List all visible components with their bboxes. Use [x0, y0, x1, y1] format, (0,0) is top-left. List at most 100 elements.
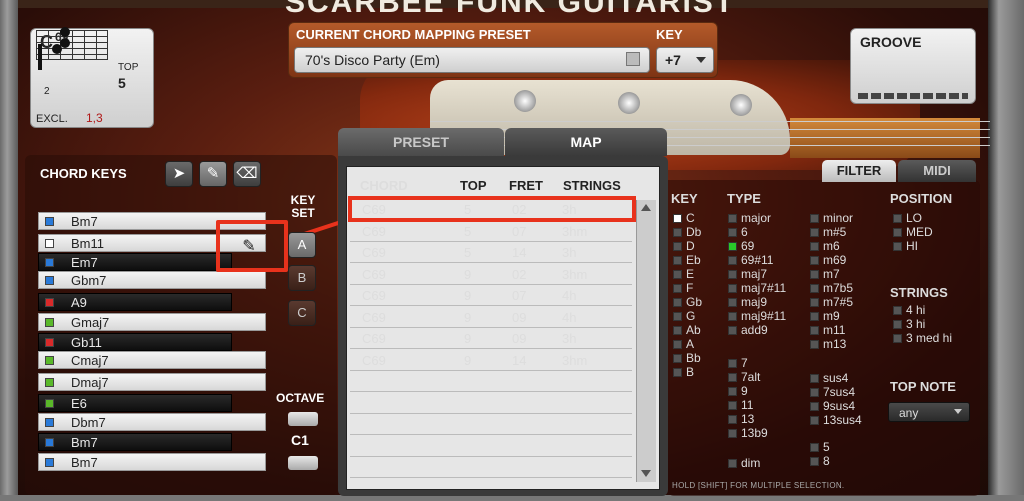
- tab-midi[interactable]: MIDI: [898, 160, 976, 182]
- checkbox-icon[interactable]: [728, 214, 737, 223]
- checkbox-icon[interactable]: [810, 284, 819, 293]
- checkbox-icon[interactable]: [728, 373, 737, 382]
- filter-option[interactable]: sus4: [810, 372, 848, 385]
- map-scrollbar[interactable]: [636, 200, 656, 482]
- checkbox-icon[interactable]: [673, 284, 682, 293]
- checkbox-icon[interactable]: [728, 459, 737, 468]
- checkbox-icon[interactable]: [728, 242, 737, 251]
- map-table-row[interactable]: C69 9 02 3hm: [350, 264, 632, 285]
- filter-option[interactable]: 3 med hi: [893, 332, 952, 345]
- checkbox-icon[interactable]: [810, 416, 819, 425]
- checkbox-icon[interactable]: [673, 312, 682, 321]
- filter-option[interactable]: m7#5: [810, 296, 853, 309]
- filter-option[interactable]: add9: [728, 324, 768, 337]
- filter-option[interactable]: 4 hi: [893, 304, 925, 317]
- checkbox-icon[interactable]: [810, 312, 819, 321]
- checkbox-icon[interactable]: [673, 242, 682, 251]
- checkbox-icon[interactable]: [673, 228, 682, 237]
- filter-option[interactable]: 69: [728, 240, 754, 253]
- checkbox-icon[interactable]: [893, 214, 902, 223]
- checkbox-icon[interactable]: [893, 242, 902, 251]
- checkbox-icon[interactable]: [893, 334, 902, 343]
- filter-option[interactable]: D: [673, 240, 695, 253]
- checkbox-icon[interactable]: [673, 214, 682, 223]
- filter-option[interactable]: m69: [810, 254, 846, 267]
- map-table-row[interactable]: C69 5 07 3hm: [350, 221, 632, 242]
- filter-option[interactable]: m7b5: [810, 282, 853, 295]
- filter-option[interactable]: 13b9: [728, 427, 768, 440]
- checkbox-icon[interactable]: [673, 354, 682, 363]
- filter-option[interactable]: Bb: [673, 352, 701, 365]
- map-table-row[interactable]: C69 9 07 4h: [350, 285, 632, 306]
- chord-key-row[interactable]: Bm7: [38, 453, 266, 471]
- checkbox-icon[interactable]: [810, 242, 819, 251]
- filter-option[interactable]: 9sus4: [810, 400, 855, 413]
- filter-option[interactable]: major: [728, 212, 771, 225]
- filter-option[interactable]: m#5: [810, 226, 846, 239]
- checkbox-icon[interactable]: [728, 429, 737, 438]
- checkbox-icon[interactable]: [673, 326, 682, 335]
- filter-option[interactable]: 69#11: [728, 254, 773, 267]
- chord-key-row[interactable]: E6: [38, 394, 232, 412]
- checkbox-icon[interactable]: [728, 326, 737, 335]
- save-preset-icon[interactable]: [626, 52, 640, 66]
- checkbox-icon[interactable]: [673, 368, 682, 377]
- filter-option[interactable]: MED: [893, 226, 933, 239]
- filter-option[interactable]: E: [673, 268, 694, 281]
- chord-key-row[interactable]: Cmaj7: [38, 351, 266, 369]
- filter-option[interactable]: F: [673, 282, 693, 295]
- checkbox-icon[interactable]: [810, 374, 819, 383]
- map-table-empty-row[interactable]: [350, 393, 632, 414]
- checkbox-icon[interactable]: [728, 256, 737, 265]
- filter-option[interactable]: G: [673, 310, 695, 323]
- filter-option[interactable]: 9: [728, 385, 748, 398]
- select-tool-button[interactable]: ➤: [165, 161, 193, 187]
- checkbox-icon[interactable]: [728, 270, 737, 279]
- edit-chord-pencil-icon[interactable]: ✎: [236, 236, 262, 258]
- octave-down-button[interactable]: [288, 456, 318, 470]
- filter-option[interactable]: dim: [728, 457, 760, 470]
- chord-key-row[interactable]: Gbm7: [38, 271, 266, 289]
- checkbox-icon[interactable]: [810, 270, 819, 279]
- filter-option[interactable]: 7: [728, 357, 748, 370]
- map-table-row[interactable]: C69 5 14 3h: [350, 242, 632, 263]
- filter-option[interactable]: m9: [810, 310, 840, 323]
- filter-option[interactable]: maj7: [728, 268, 767, 281]
- filter-option[interactable]: minor: [810, 212, 853, 225]
- filter-option[interactable]: A: [673, 338, 694, 351]
- filter-option[interactable]: B: [673, 366, 694, 379]
- checkbox-icon[interactable]: [673, 256, 682, 265]
- filter-option[interactable]: maj7#11: [728, 282, 786, 295]
- scroll-up-icon[interactable]: [641, 204, 651, 211]
- scroll-down-icon[interactable]: [641, 470, 651, 477]
- preset-dropdown[interactable]: 70's Disco Party (Em): [294, 47, 650, 73]
- filter-option[interactable]: maj9: [728, 296, 767, 309]
- tab-map[interactable]: MAP: [505, 128, 667, 156]
- checkbox-icon[interactable]: [893, 306, 902, 315]
- filter-option[interactable]: 7sus4: [810, 386, 855, 399]
- filter-option[interactable]: Ab: [673, 324, 701, 337]
- filter-option[interactable]: 13sus4: [810, 414, 862, 427]
- checkbox-icon[interactable]: [673, 270, 682, 279]
- filter-option[interactable]: 7alt: [728, 371, 760, 384]
- pencil-tool-button[interactable]: ✎: [199, 161, 227, 187]
- checkbox-icon[interactable]: [728, 359, 737, 368]
- filter-option[interactable]: m7: [810, 268, 840, 281]
- filter-option[interactable]: m13: [810, 338, 846, 351]
- chord-key-row[interactable]: Dmaj7: [38, 373, 266, 391]
- checkbox-icon[interactable]: [810, 326, 819, 335]
- checkbox-icon[interactable]: [810, 402, 819, 411]
- checkbox-icon[interactable]: [893, 228, 902, 237]
- chord-key-row[interactable]: Bm7: [38, 433, 232, 451]
- filter-option[interactable]: 11: [728, 399, 753, 412]
- checkbox-icon[interactable]: [728, 387, 737, 396]
- checkbox-icon[interactable]: [728, 284, 737, 293]
- filter-option[interactable]: HI: [893, 240, 918, 253]
- map-table-row[interactable]: C69 9 14 3hm: [350, 350, 632, 371]
- chord-key-row[interactable]: Dbm7: [38, 413, 266, 431]
- filter-option[interactable]: Eb: [673, 254, 701, 267]
- filter-option[interactable]: 3 hi: [893, 318, 925, 331]
- map-table-empty-row[interactable]: [350, 414, 632, 435]
- checkbox-icon[interactable]: [810, 214, 819, 223]
- filter-option[interactable]: 6: [728, 226, 748, 239]
